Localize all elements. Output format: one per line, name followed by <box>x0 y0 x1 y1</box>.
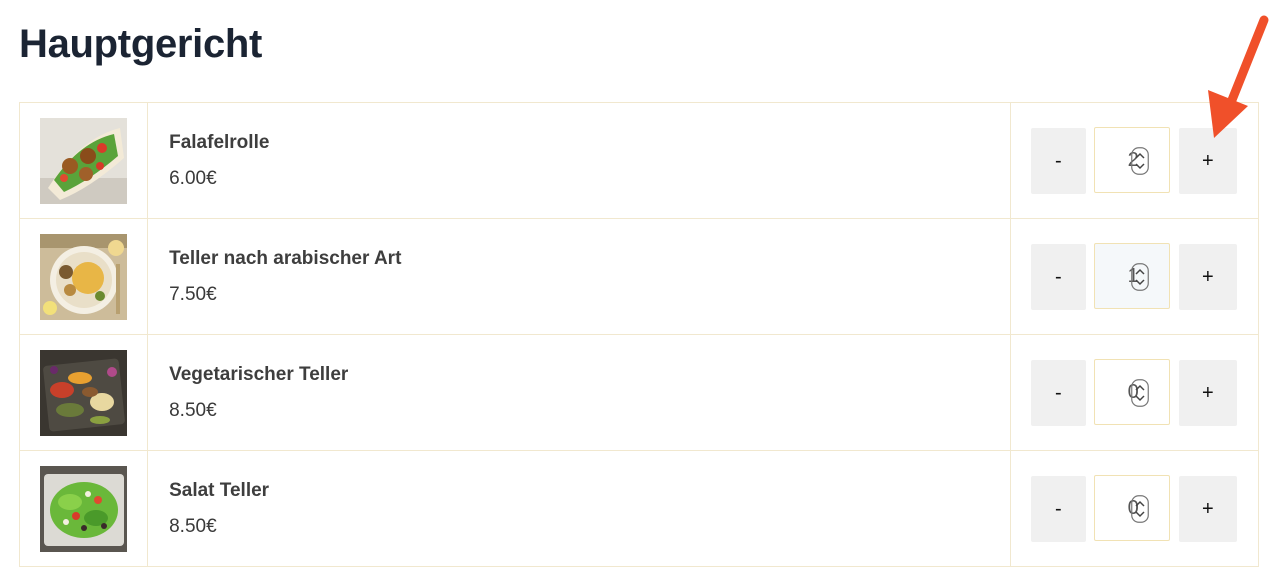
item-price: 8.50€ <box>169 399 217 421</box>
spinner-arrows-icon[interactable] <box>1130 379 1149 407</box>
table-row: Falafelrolle 6.00€ - 2 + <box>18 102 1260 219</box>
salad-plate-image <box>40 466 127 552</box>
spinner-arrows-icon[interactable] <box>1130 263 1149 291</box>
item-name: Teller nach arabischer Art <box>169 247 402 269</box>
quantity-input[interactable]: 2 <box>1093 127 1170 193</box>
item-info-cell: Teller nach arabischer Art 7.50€ <box>147 218 1011 335</box>
item-info-cell: Salat Teller 8.50€ <box>147 450 1011 567</box>
arabic-plate-image <box>40 234 127 320</box>
item-price: 8.50€ <box>169 515 217 537</box>
image-cell <box>18 102 149 219</box>
item-name: Salat Teller <box>169 479 270 501</box>
vegetarian-plate-image <box>40 350 127 436</box>
quantity-input[interactable]: 0 <box>1093 475 1170 541</box>
quantity-input[interactable]: 0 <box>1093 359 1170 425</box>
increase-button[interactable]: + <box>1178 244 1237 310</box>
increase-button[interactable]: + <box>1178 360 1237 426</box>
quantity-stepper: - 0 + <box>1011 451 1258 566</box>
quantity-input[interactable]: 1 <box>1093 243 1170 309</box>
quantity-cell: - 1 + <box>1009 218 1260 335</box>
quantity-stepper: - 0 + <box>1011 335 1258 450</box>
menu-page: Hauptgericht Falafelrolle 6.00€ - 2 + Te… <box>0 0 1280 567</box>
quantity-cell: - 0 + <box>1009 334 1260 451</box>
falafel-wrap-image <box>40 118 127 204</box>
spinner-arrows-icon[interactable] <box>1130 147 1149 175</box>
image-cell <box>18 218 149 335</box>
quantity-stepper: - 1 + <box>1011 219 1258 334</box>
table-row: Vegetarischer Teller 8.50€ - 0 + <box>18 334 1260 451</box>
item-name: Vegetarischer Teller <box>169 363 349 385</box>
decrease-button[interactable]: - <box>1030 476 1086 542</box>
spinner-arrows-icon[interactable] <box>1130 495 1149 523</box>
item-info-cell: Falafelrolle 6.00€ <box>147 102 1011 219</box>
item-info-cell: Vegetarischer Teller 8.50€ <box>147 334 1011 451</box>
increase-button[interactable]: + <box>1178 476 1237 542</box>
section-title: Hauptgericht <box>19 22 263 66</box>
decrease-button[interactable]: - <box>1030 128 1086 194</box>
item-price: 6.00€ <box>169 167 217 189</box>
decrease-button[interactable]: - <box>1030 360 1086 426</box>
table-row: Salat Teller 8.50€ - 0 + <box>18 450 1260 567</box>
quantity-cell: - 0 + <box>1009 450 1260 567</box>
menu-items-table: Falafelrolle 6.00€ - 2 + Teller nach ara… <box>18 102 1260 567</box>
table-row: Teller nach arabischer Art 7.50€ - 1 + <box>18 218 1260 335</box>
image-cell <box>18 334 149 451</box>
item-name: Falafelrolle <box>169 131 270 153</box>
decrease-button[interactable]: - <box>1030 244 1086 310</box>
image-cell <box>18 450 149 567</box>
annotation-arrow-icon <box>1208 15 1269 138</box>
item-price: 7.50€ <box>169 283 217 305</box>
